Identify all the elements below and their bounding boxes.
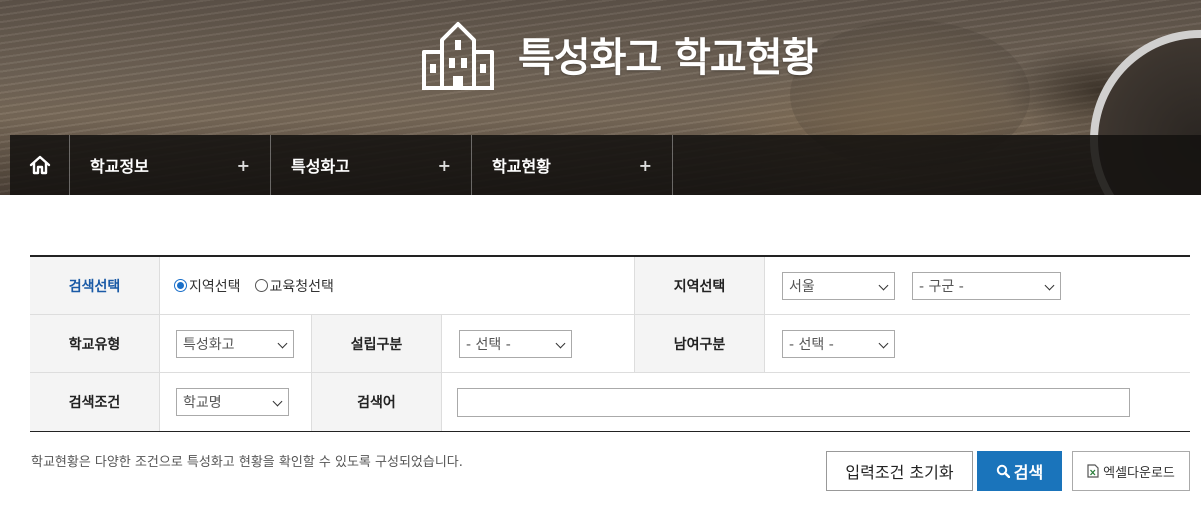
search-button[interactable]: 검색 — [977, 451, 1062, 491]
page-title: 특성화고 학교현황 — [518, 35, 818, 81]
breadcrumb-nav: 학교정보 + 특성화고 + 학교현황 + — [10, 135, 1201, 195]
breadcrumb-school-status[interactable]: 학교현황 + — [472, 135, 673, 195]
excel-download-button[interactable]: 엑셀다운로드 — [1072, 451, 1190, 491]
search-select-label: 검색선택 — [30, 257, 160, 314]
search-select-options: 지역선택 교육청선택 — [160, 257, 635, 314]
select-value: - 선택 - — [466, 336, 511, 353]
excel-file-icon — [1087, 464, 1099, 478]
condition-label: 검색조건 — [30, 373, 160, 431]
chevron-down-icon — [272, 396, 283, 407]
select-value: 특성화고 — [183, 336, 235, 353]
plus-icon: + — [638, 155, 652, 175]
reset-button[interactable]: 입력조건 초기화 — [826, 451, 973, 491]
search-form: 검색선택 지역선택 교육청선택 지역선택 서울 - 구군 - 학교유형 특성화고… — [30, 255, 1190, 432]
select-value: - 구군 - — [919, 278, 964, 295]
radio-education-office[interactable]: 교육청선택 — [254, 276, 334, 296]
keyword-cell — [442, 373, 1190, 431]
notice-text: 학교현황은 다양한 조건으로 특성화고 현황을 확인할 수 있도록 구성되었습니… — [31, 455, 463, 470]
radio-label: 교육청선택 — [269, 278, 334, 295]
form-row: 검색조건 학교명 검색어 — [30, 373, 1190, 431]
district-select[interactable]: - 구군 - — [912, 271, 1061, 300]
select-value: 학교명 — [183, 395, 222, 411]
home-button[interactable] — [10, 135, 70, 195]
chevron-down-icon — [555, 338, 566, 348]
chevron-down-icon — [277, 338, 288, 348]
school-type-cell: 특성화고 — [160, 315, 312, 372]
select-value: 서울 — [789, 278, 815, 295]
city-select[interactable]: 서울 — [782, 271, 895, 300]
chevron-down-icon — [878, 280, 889, 290]
hero-banner: 특성화고 학교현황 학교정보 + 특성화고 + 학교현황 + — [0, 0, 1201, 195]
foundation-cell: - 선택 - — [442, 315, 635, 372]
gender-cell: - 선택 - — [765, 315, 1190, 372]
plus-icon: + — [236, 155, 250, 175]
breadcrumb-specialized-high[interactable]: 특성화고 + — [271, 135, 472, 195]
radio-unchecked-icon — [254, 279, 268, 292]
select-value: - 선택 - — [789, 336, 834, 353]
search-icon — [996, 464, 1010, 478]
school-building-icon — [422, 22, 494, 90]
region-selects: 서울 - 구군 - — [765, 257, 1190, 314]
breadcrumb-label: 학교정보 — [90, 157, 149, 176]
form-row: 검색선택 지역선택 교육청선택 지역선택 서울 - 구군 - — [30, 257, 1190, 315]
breadcrumb-label: 학교현황 — [492, 157, 551, 176]
chevron-down-icon — [878, 338, 889, 348]
radio-checked-icon — [174, 279, 187, 292]
foundation-select[interactable]: - 선택 - — [459, 329, 572, 358]
breadcrumb-school-info[interactable]: 학교정보 + — [70, 135, 271, 195]
chevron-down-icon — [1044, 280, 1055, 290]
foundation-label: 설립구분 — [312, 315, 442, 372]
school-type-label: 학교유형 — [30, 315, 160, 372]
title-area: 특성화고 학교현황 — [420, 16, 818, 92]
button-label: 입력조건 초기화 — [845, 463, 954, 482]
plus-icon: + — [437, 155, 451, 175]
button-label: 엑셀다운로드 — [1103, 465, 1175, 481]
gender-select[interactable]: - 선택 - — [782, 329, 895, 358]
region-label: 지역선택 — [635, 257, 765, 314]
school-type-select[interactable]: 특성화고 — [176, 329, 294, 358]
keyword-input[interactable] — [457, 387, 1130, 417]
radio-region[interactable]: 지역선택 — [174, 276, 241, 296]
breadcrumb-label: 특성화고 — [291, 157, 350, 176]
form-row: 학교유형 특성화고 설립구분 - 선택 - 남여구분 - 선택 - — [30, 315, 1190, 373]
condition-select[interactable]: 학교명 — [176, 388, 289, 416]
condition-cell: 학교명 — [160, 373, 312, 431]
home-icon — [29, 155, 50, 175]
button-label: 검색 — [1013, 463, 1044, 482]
gender-label: 남여구분 — [635, 315, 765, 372]
radio-label: 지역선택 — [189, 278, 241, 295]
keyword-label: 검색어 — [312, 373, 442, 431]
